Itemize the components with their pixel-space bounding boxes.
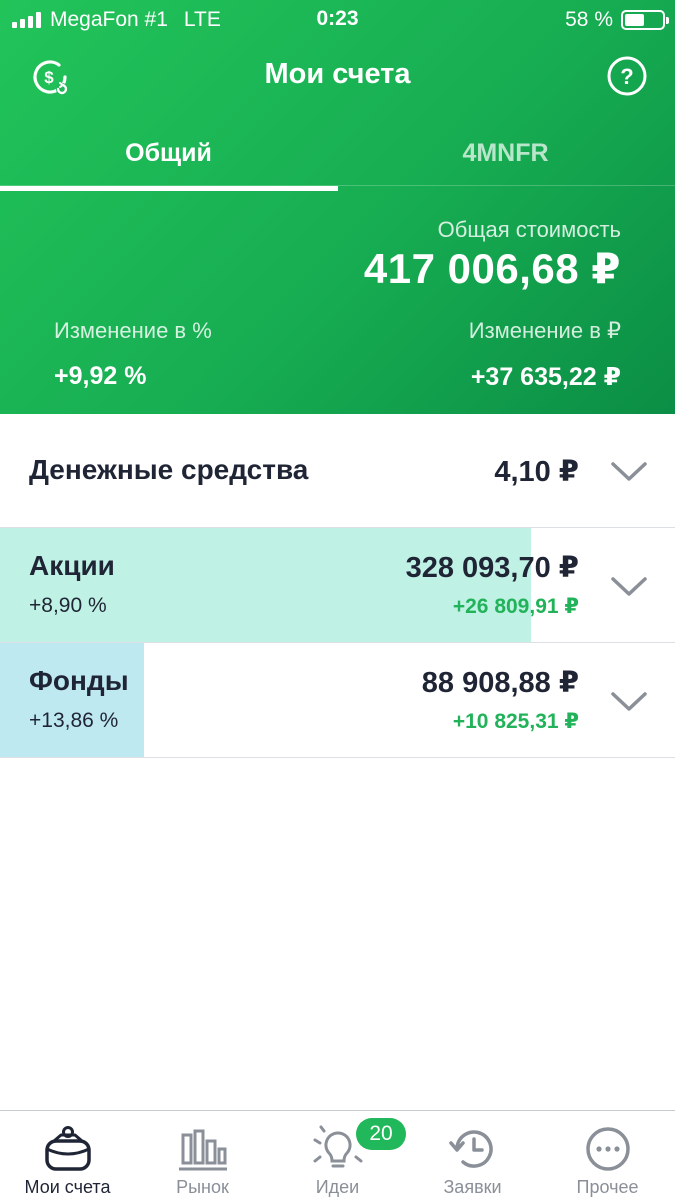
status-bar: MegaFon #1 LTE 0:23 58 %	[0, 0, 675, 40]
battery-percent: 58 %	[565, 8, 613, 31]
asset-name: Денежные средства	[29, 454, 309, 485]
tabbar-label: Прочее	[576, 1177, 639, 1197]
status-right: 58 %	[565, 8, 669, 32]
tabbar-item-more[interactable]: Прочее	[540, 1111, 675, 1200]
help-icon[interactable]: ?	[606, 55, 648, 97]
asset-amount: 328 093,70 ₽	[405, 552, 579, 584]
tabbar-label: Рынок	[176, 1177, 229, 1197]
asset-change-percent: +8,90 %	[29, 594, 107, 617]
asset-name: Акции	[29, 550, 115, 581]
change-percent-label: Изменение в %	[54, 318, 212, 343]
asset-row-cash[interactable]: Денежные средства 4,10 ₽	[0, 414, 675, 528]
chevron-down-icon[interactable]	[610, 461, 648, 483]
tabbar-label: Мои счета	[24, 1177, 111, 1197]
bottom-tab-bar: Мои счета Рынок Идеи Заявки Прочее	[0, 1110, 675, 1200]
asset-change-percent: +13,86 %	[29, 709, 119, 732]
tabbar-item-orders[interactable]: Заявки	[405, 1111, 540, 1200]
header: MegaFon #1 LTE 0:23 58 % $ Мои счета ? О…	[0, 0, 675, 414]
allocation-bar-funds	[0, 643, 144, 757]
more-dots-icon	[586, 1127, 630, 1171]
tab-general[interactable]: Общий	[0, 120, 337, 192]
history-clock-icon	[449, 1130, 493, 1168]
allocation-bar-stocks	[0, 528, 532, 642]
tab-4mnfr[interactable]: 4MNFR	[337, 120, 674, 192]
chevron-down-icon[interactable]	[610, 691, 648, 713]
asset-amount: 4,10 ₽	[494, 456, 579, 488]
ideas-count-badge: 20	[356, 1118, 406, 1150]
change-rub-label: Изменение в ₽	[468, 318, 621, 343]
total-value-label: Общая стоимость	[437, 217, 621, 242]
asset-row-stocks[interactable]: Акции +8,90 % 328 093,70 ₽ +26 809,91 ₽	[0, 528, 675, 643]
asset-row-funds[interactable]: Фонды +13,86 % 88 908,88 ₽ +10 825,31 ₽	[0, 643, 675, 758]
svg-text:?: ?	[620, 64, 633, 89]
total-value: 417 006,68 ₽	[363, 245, 621, 292]
account-tabs: Общий 4MNFR	[0, 120, 675, 192]
asset-amount: 88 908,88 ₽	[421, 667, 579, 699]
change-rub-value: +37 635,22 ₽	[470, 363, 621, 391]
tabbar-item-accounts[interactable]: Мои счета	[0, 1111, 135, 1200]
change-percent-value: +9,92 %	[54, 362, 147, 390]
asset-name: Фонды	[29, 665, 129, 696]
tabbar-label: Заявки	[443, 1177, 502, 1197]
tabbar-label: Идеи	[315, 1177, 360, 1197]
page-title: Мои счета	[264, 58, 411, 90]
asset-change-rub: +26 809,91 ₽	[452, 595, 579, 618]
chevron-down-icon[interactable]	[610, 576, 648, 598]
tab-active-indicator	[0, 186, 338, 191]
wallet-icon	[45, 1126, 91, 1171]
market-chart-icon	[179, 1129, 227, 1171]
asset-change-rub: +10 825,31 ₽	[452, 710, 579, 733]
battery-icon	[621, 10, 669, 30]
tabbar-item-market[interactable]: Рынок	[135, 1111, 270, 1200]
